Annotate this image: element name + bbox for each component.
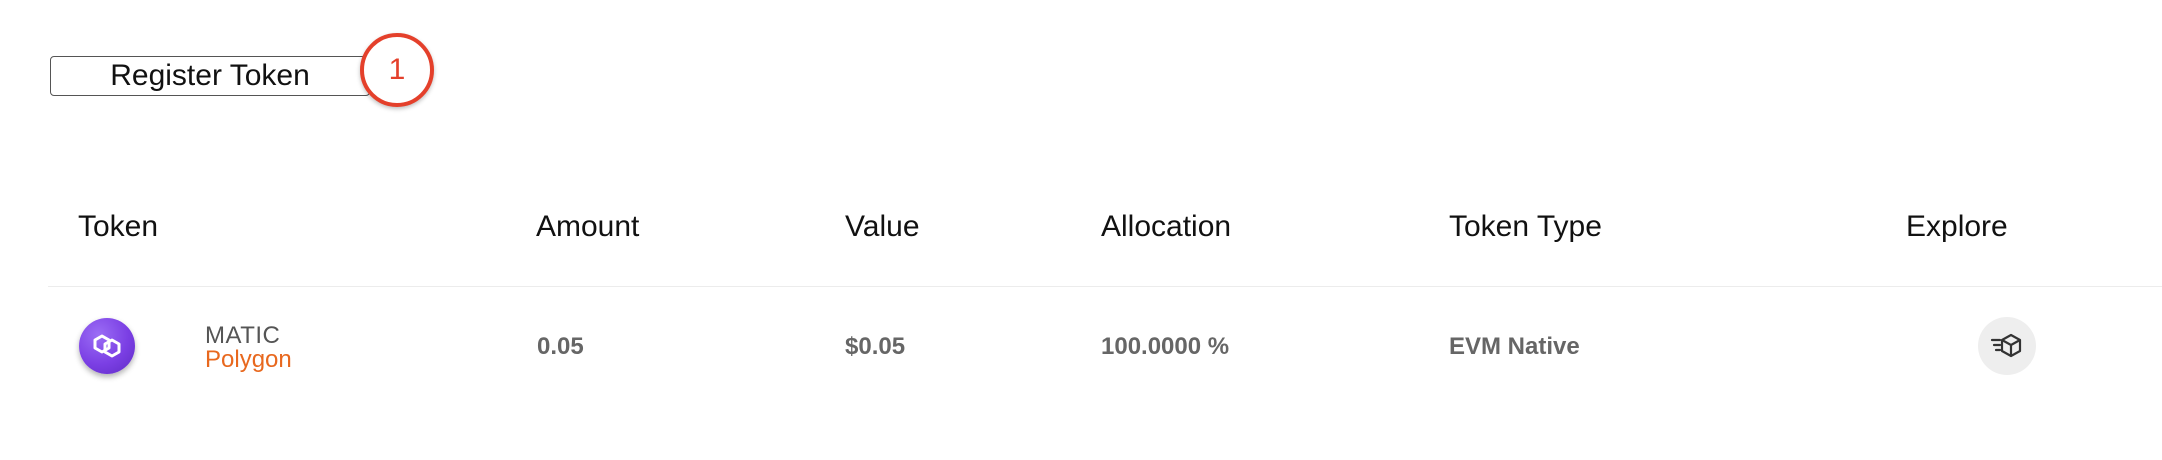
column-header-explore: Explore — [1906, 210, 2008, 243]
step-callout-badge: 1 — [360, 33, 434, 107]
token-value: $0.05 — [845, 333, 906, 360]
column-header-token-type: Token Type — [1449, 210, 1602, 243]
token-network: Polygon — [205, 346, 292, 373]
explore-button[interactable] — [1978, 317, 2036, 375]
token-amount: 0.05 — [537, 333, 584, 360]
column-header-token: Token — [78, 210, 159, 243]
token-type: EVM Native — [1449, 333, 1580, 360]
block-explorer-icon — [1990, 333, 2022, 358]
column-header-amount: Amount — [536, 210, 640, 243]
token-allocation: 100.0000 % — [1101, 333, 1230, 360]
header-divider — [48, 286, 2162, 287]
column-header-allocation: Allocation — [1101, 210, 1232, 243]
column-header-value: Value — [845, 210, 920, 243]
polygon-logo-icon — [79, 318, 135, 374]
register-token-button[interactable]: Register Token — [50, 56, 370, 96]
